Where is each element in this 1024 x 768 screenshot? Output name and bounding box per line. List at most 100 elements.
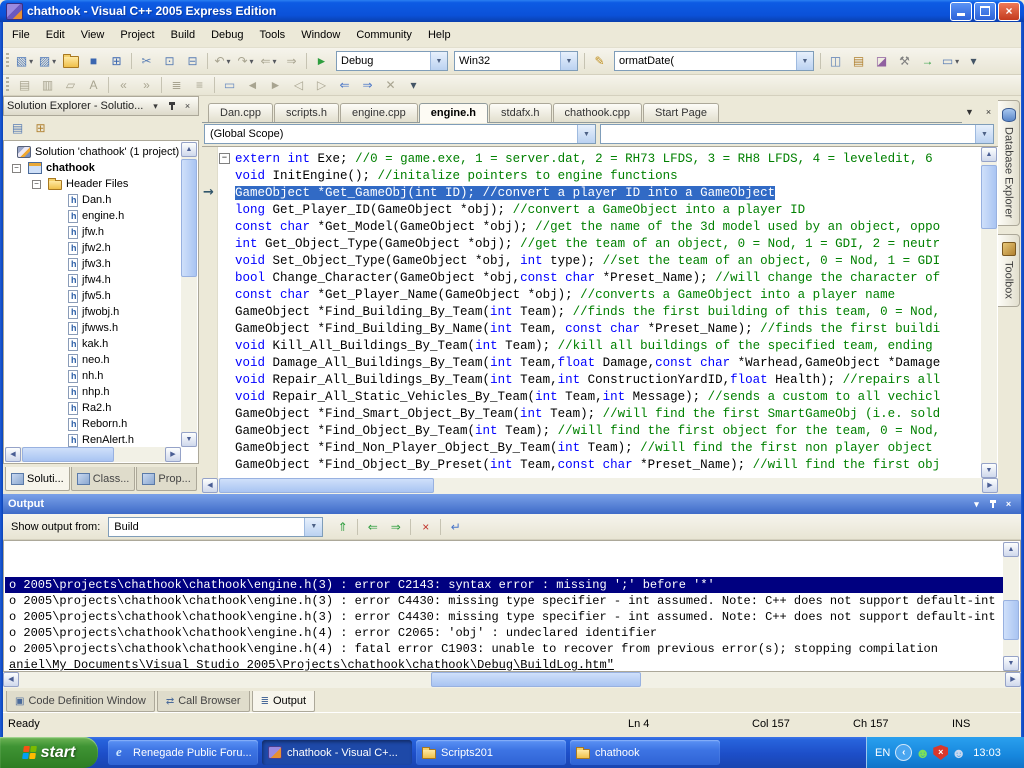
language-indicator[interactable]: EN bbox=[875, 747, 890, 759]
tree-item-nh-h[interactable]: nh.h bbox=[4, 368, 182, 384]
tree-item-reborn-h[interactable]: Reborn.h bbox=[4, 416, 182, 432]
menu-item-build[interactable]: Build bbox=[163, 25, 203, 45]
tree-item-header-files[interactable]: −Header Files bbox=[4, 176, 182, 192]
redo-button[interactable]: ↷▾ bbox=[235, 52, 256, 71]
output-auto-hide-pin-button[interactable] bbox=[985, 497, 1000, 511]
bottom-tab-call-browser[interactable]: ⇄Call Browser bbox=[157, 691, 250, 712]
panel-tab-prop[interactable]: Prop... bbox=[136, 467, 196, 491]
paste-button[interactable]: ⊟ bbox=[182, 52, 203, 71]
output-titlebar[interactable]: Output ▾ × bbox=[3, 494, 1021, 514]
display-member-list-button[interactable]: ▤ bbox=[14, 76, 35, 95]
panel-tab-soluti[interactable]: Soluti... bbox=[5, 467, 70, 491]
display-quick-info-button[interactable]: ▱ bbox=[60, 76, 81, 95]
solution-explorer-close-button[interactable]: × bbox=[180, 99, 195, 113]
solution-explorer-titlebar[interactable]: Solution Explorer - Solutio... ▾ × bbox=[3, 96, 199, 116]
navigate-backward-button[interactable]: ⇐▾ bbox=[258, 52, 279, 71]
tree-item-solution-chathook-1-project[interactable]: Solution 'chathook' (1 project) bbox=[4, 144, 182, 160]
bottom-tab-code-definition-window[interactable]: ▣Code Definition Window bbox=[6, 691, 155, 712]
previous-bookmark-in-document-button[interactable]: ⇐ bbox=[334, 76, 355, 95]
tree-item-chathook[interactable]: −chathook bbox=[4, 160, 182, 176]
editor-tab-start-page[interactable]: Start Page bbox=[643, 103, 719, 122]
solution-configurations-combo-dropdown[interactable]: ▼ bbox=[430, 52, 447, 70]
editor-tab-stdafx-h[interactable]: stdafx.h bbox=[489, 103, 552, 122]
cut-button[interactable]: ✂ bbox=[136, 52, 157, 71]
fold-margin[interactable]: − bbox=[218, 147, 231, 478]
tree-item-neo-h[interactable]: neo.h bbox=[4, 352, 182, 368]
tree-item-jfw-h[interactable]: jfw.h bbox=[4, 224, 182, 240]
next-bookmark-in-folder-button[interactable]: ▷ bbox=[311, 76, 332, 95]
tree-expander[interactable]: − bbox=[32, 180, 41, 189]
toggle-word-wrap-button[interactable]: ↵ bbox=[445, 517, 466, 536]
editor-tab-list-dropdown[interactable]: ▼ bbox=[962, 104, 977, 119]
editor-vscrollbar[interactable]: ▲ ▼ bbox=[981, 147, 997, 478]
output-content[interactable]: o 2005\projects\chathook\chathook\engine… bbox=[3, 540, 1021, 672]
scroll-thumb[interactable] bbox=[1003, 600, 1019, 640]
object-browser-button[interactable]: ◪ bbox=[871, 52, 892, 71]
properties-window-button[interactable]: ▤ bbox=[848, 52, 869, 71]
members-combo-dropdown[interactable]: ▼ bbox=[975, 125, 993, 143]
scroll-thumb[interactable] bbox=[431, 672, 641, 687]
previous-message-button[interactable]: ⇐ bbox=[362, 517, 383, 536]
previous-bookmark-button[interactable]: ◄ bbox=[242, 76, 263, 95]
tree-item-kak-h[interactable]: kak.h bbox=[4, 336, 182, 352]
scroll-thumb[interactable] bbox=[981, 165, 997, 229]
output-line-6[interactable]: aniel\My Documents\Visual Studio 2005\Pr… bbox=[9, 657, 1004, 671]
types-combo-dropdown[interactable]: ▼ bbox=[577, 125, 595, 143]
uncomment-selection-button[interactable]: ≡ bbox=[189, 76, 210, 95]
clear-all-button[interactable]: × bbox=[415, 517, 436, 536]
scroll-thumb[interactable] bbox=[219, 478, 434, 493]
editor-tab-chathook-cpp[interactable]: chathook.cpp bbox=[553, 103, 642, 122]
output-close-button[interactable]: × bbox=[1001, 497, 1016, 511]
scroll-left-button[interactable]: ◀ bbox=[5, 447, 21, 462]
output-source-combo[interactable]: Build ▼ bbox=[108, 517, 323, 537]
fold-collapse-box[interactable]: − bbox=[219, 153, 230, 164]
scroll-thumb[interactable] bbox=[22, 447, 114, 462]
auto-hide-pin-button[interactable] bbox=[164, 99, 179, 113]
comment-selection-button[interactable]: ≣ bbox=[166, 76, 187, 95]
goto-message-button[interactable]: ⇑ bbox=[332, 517, 353, 536]
previous-bookmark-in-folder-button[interactable]: ◁ bbox=[288, 76, 309, 95]
display-parameter-info-button[interactable]: ▥ bbox=[37, 76, 58, 95]
output-source-dropdown[interactable]: ▼ bbox=[304, 518, 322, 536]
next-bookmark-button[interactable]: ► bbox=[265, 76, 286, 95]
members-combo[interactable]: ▼ bbox=[600, 124, 994, 144]
output-line-3[interactable]: o 2005\projects\chathook\chathook\engine… bbox=[9, 609, 1004, 625]
tree-item-ra2-h[interactable]: Ra2.h bbox=[4, 400, 182, 416]
scroll-up-button[interactable]: ▲ bbox=[181, 142, 197, 157]
solution-platforms-combo-dropdown[interactable]: ▼ bbox=[560, 52, 577, 70]
tree-item-dan-h[interactable]: Dan.h bbox=[4, 192, 182, 208]
solution-tree-hscrollbar[interactable]: ◀ ▶ bbox=[5, 447, 181, 462]
tree-item-jfwws-h[interactable]: jfwws.h bbox=[4, 320, 182, 336]
toolbar-grip[interactable] bbox=[6, 77, 9, 93]
toolbox-button[interactable]: ⚒ bbox=[894, 52, 915, 71]
close-button[interactable]: × bbox=[998, 2, 1020, 21]
app-icon[interactable] bbox=[6, 3, 23, 20]
other-windows-button[interactable]: ▭▾ bbox=[940, 52, 961, 71]
start-debugging-button[interactable]: ► bbox=[311, 52, 332, 71]
tree-item-nhp-h[interactable]: nhp.h bbox=[4, 384, 182, 400]
scroll-up-button[interactable]: ▲ bbox=[1003, 542, 1019, 557]
scroll-right-button[interactable]: ▶ bbox=[165, 447, 181, 462]
taskbar-button-chathook[interactable]: chathook bbox=[570, 740, 720, 765]
scroll-down-button[interactable]: ▼ bbox=[1003, 656, 1019, 671]
scroll-thumb[interactable] bbox=[181, 159, 197, 277]
taskbar-button-renegade-public-foru[interactable]: Renegade Public Foru... bbox=[108, 740, 258, 765]
solution-platforms-combo[interactable]: Win32▼ bbox=[454, 51, 578, 71]
menu-item-file[interactable]: File bbox=[4, 25, 38, 45]
menu-item-edit[interactable]: Edit bbox=[38, 25, 73, 45]
messenger-icon[interactable]: ☻ bbox=[915, 745, 930, 760]
toggle-bookmark-button[interactable]: ▭ bbox=[219, 76, 240, 95]
save-button[interactable]: ■ bbox=[83, 52, 104, 71]
add-new-item-button[interactable]: ▨▾ bbox=[37, 52, 58, 71]
show-all-files-button[interactable]: ⊞ bbox=[30, 119, 51, 138]
properties-button[interactable]: ▤ bbox=[7, 119, 28, 138]
scroll-left-button[interactable]: ◀ bbox=[3, 672, 19, 687]
tree-item-jfwobj-h[interactable]: jfwobj.h bbox=[4, 304, 182, 320]
taskbar-button-chathook-visual-c[interactable]: chathook - Visual C+... bbox=[262, 740, 412, 765]
menu-item-debug[interactable]: Debug bbox=[203, 25, 251, 45]
other-windows-dropdown-arrow[interactable]: ▾ bbox=[955, 57, 959, 66]
next-bookmark-in-document-button[interactable]: ⇒ bbox=[357, 76, 378, 95]
side-tab-toolbox[interactable]: Toolbox bbox=[998, 234, 1020, 307]
undo-button[interactable]: ↶▾ bbox=[212, 52, 233, 71]
editor-hscrollbar[interactable]: ◀ ▶ bbox=[202, 478, 998, 494]
